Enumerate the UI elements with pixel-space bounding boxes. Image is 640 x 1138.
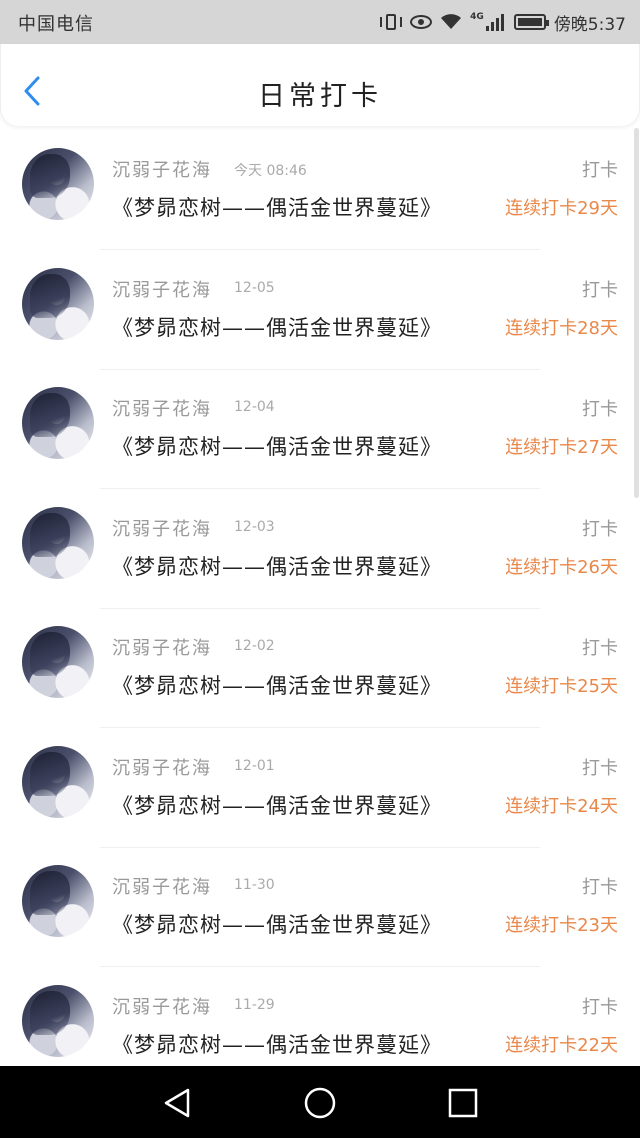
- signal-icon: [485, 13, 506, 31]
- checkin-label: 打卡: [582, 638, 618, 659]
- book-title[interactable]: 《梦昴恋树——偶活金世界蔓延》: [112, 909, 442, 939]
- checkin-label: 打卡: [582, 996, 618, 1018]
- avatar[interactable]: [22, 626, 94, 698]
- checkin-time: 12-04: [234, 399, 275, 415]
- avatar[interactable]: [22, 506, 94, 579]
- list-item[interactable]: 沉弱子花海 12-05 《梦昴恋树——偶活金世界蔓延》 打卡连续打卡28天: [0, 250, 640, 370]
- checkin-label: 打卡: [582, 160, 618, 181]
- list-item[interactable]: 沉弱子花海 12-03 《梦昴恋树——偶活金世界蔓延》 打卡连续打卡26天: [0, 489, 640, 609]
- streak-label: 连续打卡23天: [505, 915, 618, 936]
- list-item[interactable]: 沉弱子花海 12-02 《梦昴恋树——偶活金世界蔓延》 打卡连续打卡25天: [0, 608, 640, 728]
- avatar[interactable]: [22, 865, 94, 937]
- streak-label: 连续打卡26天: [505, 556, 618, 578]
- checkin-time: 今天 08:46: [234, 163, 307, 179]
- user-name[interactable]: 沉弱子花海: [112, 156, 212, 182]
- streak-label: 连续打卡22天: [505, 1034, 618, 1056]
- list-item[interactable]: 沉弱子花海 12-01 《梦昴恋树——偶活金世界蔓延》 打卡连续打卡24天: [0, 728, 640, 848]
- eye-comfort-icon: [410, 15, 433, 29]
- book-title[interactable]: 《梦昴恋树——偶活金世界蔓延》: [112, 790, 442, 820]
- triangle-back-icon[interactable]: [160, 1086, 194, 1120]
- checkin-time: 12-05: [234, 279, 275, 296]
- circle-home-icon[interactable]: [303, 1086, 337, 1120]
- status-icons: 4G 傍晚5:37: [380, 8, 626, 36]
- streak-label: 连续打卡27天: [505, 437, 618, 458]
- checkin-label: 打卡: [582, 399, 618, 420]
- avatar[interactable]: [22, 148, 94, 220]
- book-title[interactable]: 《梦昴恋树——偶活金世界蔓延》: [112, 312, 442, 342]
- checkin-time: 12-01: [234, 757, 275, 774]
- streak-label: 连续打卡28天: [505, 317, 618, 339]
- header: 日常打卡: [0, 44, 640, 126]
- checkin-label: 打卡: [582, 518, 618, 540]
- user-name[interactable]: 沉弱子花海: [112, 515, 212, 541]
- checkin-label: 打卡: [582, 757, 618, 779]
- book-title[interactable]: 《梦昴恋树——偶活金世界蔓延》: [112, 1029, 442, 1059]
- page-title: 日常打卡: [258, 81, 382, 112]
- book-title[interactable]: 《梦昴恋树——偶活金世界蔓延》: [112, 670, 442, 700]
- square-recent-icon[interactable]: [446, 1086, 480, 1120]
- user-name[interactable]: 沉弱子花海: [112, 754, 212, 780]
- status-bar: 中国电信 4G 傍晚5:37: [0, 0, 640, 44]
- avatar[interactable]: [22, 745, 94, 818]
- navigation-bar: [0, 1066, 640, 1138]
- streak-label: 连续打卡25天: [505, 676, 618, 697]
- network-type-label: 4G: [470, 12, 484, 22]
- book-title[interactable]: 《梦昴恋树——偶活金世界蔓延》: [112, 551, 442, 581]
- list-item[interactable]: 沉弱子花海 今天 08:46 《梦昴恋树——偶活金世界蔓延》 打卡连续打卡29天: [0, 130, 640, 250]
- list-item[interactable]: 沉弱子花海 11-30 《梦昴恋树——偶活金世界蔓延》 打卡连续打卡23天: [0, 847, 640, 967]
- user-name[interactable]: 沉弱子花海: [112, 993, 212, 1019]
- scrollbar[interactable]: [634, 128, 639, 498]
- list-item[interactable]: 沉弱子花海 11-29 《梦昴恋树——偶活金世界蔓延》 打卡连续打卡22天: [0, 967, 640, 1067]
- wifi-icon: [440, 13, 462, 31]
- avatar[interactable]: [22, 387, 94, 459]
- book-title[interactable]: 《梦昴恋树——偶活金世界蔓延》: [112, 431, 442, 461]
- checkin-time: 11-29: [234, 996, 275, 1013]
- list-item[interactable]: 沉弱子花海 12-04 《梦昴恋树——偶活金世界蔓延》 打卡连续打卡27天: [0, 369, 640, 489]
- user-name[interactable]: 沉弱子花海: [112, 873, 212, 899]
- clock-label: 傍晚5:37: [553, 14, 626, 35]
- user-name[interactable]: 沉弱子花海: [112, 276, 212, 302]
- user-name[interactable]: 沉弱子花海: [112, 395, 212, 421]
- vibrate-icon: [380, 12, 403, 32]
- avatar[interactable]: [22, 984, 94, 1057]
- book-title[interactable]: 《梦昴恋树——偶活金世界蔓延》: [112, 192, 442, 222]
- checkin-time: 12-02: [234, 638, 275, 654]
- checkin-time: 12-03: [234, 518, 275, 535]
- avatar[interactable]: [22, 267, 94, 340]
- checkin-list[interactable]: 沉弱子花海 今天 08:46 《梦昴恋树——偶活金世界蔓延》 打卡 连续打卡29天 沉弱子…: [0, 130, 640, 1066]
- checkin-label: 打卡: [582, 877, 618, 898]
- battery-icon: [513, 14, 549, 30]
- user-name[interactable]: 沉弱子花海: [112, 634, 212, 660]
- streak-label: 连续打卡24天: [505, 795, 618, 817]
- streak-label: 连续打卡29天: [505, 198, 618, 219]
- carrier-label: 中国电信: [18, 14, 94, 35]
- checkin-label: 打卡: [582, 279, 618, 301]
- checkin-time: 11-30: [234, 877, 275, 893]
